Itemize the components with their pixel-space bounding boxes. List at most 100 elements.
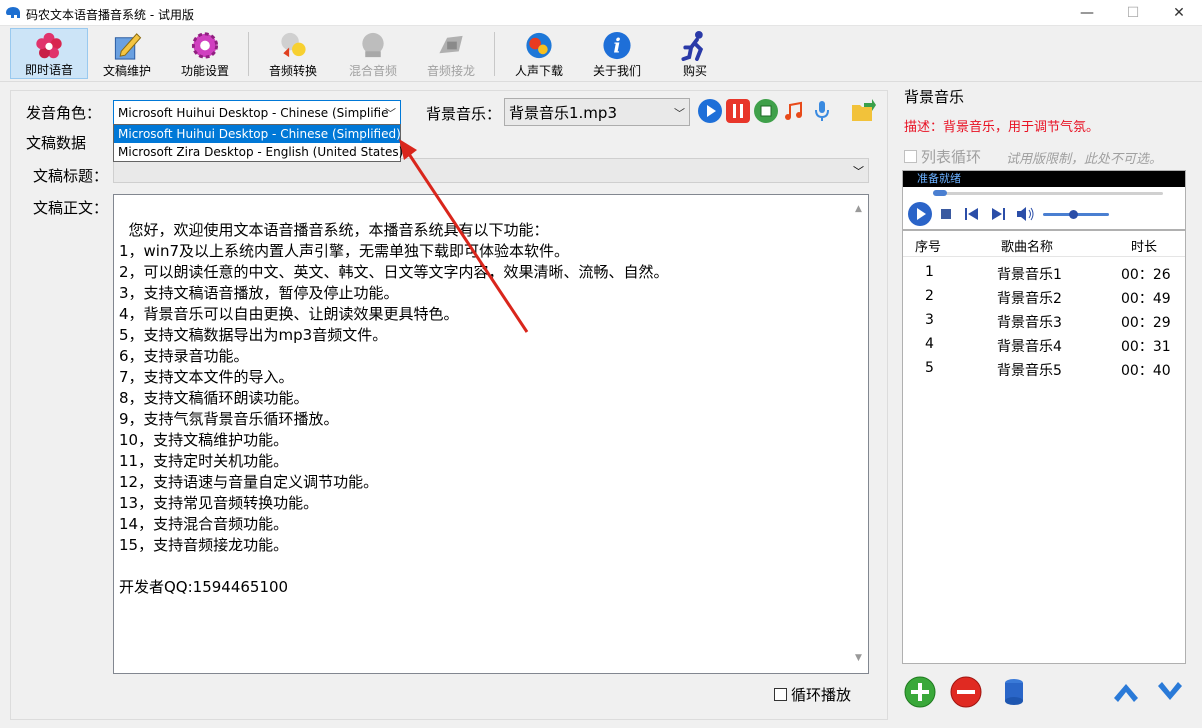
microphone-icon	[815, 101, 829, 121]
player-prev-icon[interactable]	[965, 208, 979, 220]
playlist-row[interactable]: 5 背景音乐5 00：40	[903, 357, 1185, 381]
col-name-header: 歌曲名称	[1001, 240, 1054, 255]
row-name: 背景音乐5	[997, 363, 1062, 379]
player-status: 准备就绪	[903, 171, 1185, 187]
toolbar-instant-voice-button[interactable]: 即时语音	[10, 28, 88, 79]
row-name: 背景音乐2	[997, 291, 1062, 307]
edit-doc-icon	[114, 33, 142, 60]
play-icon	[707, 105, 716, 117]
checkbox-box	[904, 150, 917, 163]
music-button[interactable]	[782, 99, 806, 123]
doc-data-section-label: 文稿数据	[26, 134, 87, 152]
doc-title-label: 文稿标题：	[33, 167, 109, 185]
doc-body-textarea[interactable]: 您好，欢迎使用文本语音播音系统，本播音系统具有以下功能： 1，win7及以上系统…	[113, 194, 869, 674]
list-loop-checkbox[interactable]: 列表循环	[904, 146, 981, 167]
toolbar-label: 即时语音	[24, 63, 73, 77]
add-icon[interactable]	[904, 676, 936, 708]
loop-play-checkbox[interactable]: 循环播放	[774, 684, 851, 705]
row-index: 1	[925, 264, 934, 280]
import-button[interactable]	[850, 99, 876, 123]
row-index: 5	[925, 360, 934, 376]
voice-download-icon	[526, 32, 552, 59]
voice-role-select[interactable]: Microsoft Huihui Desktop - Chinese (Simp…	[113, 100, 401, 125]
record-button[interactable]	[810, 99, 834, 123]
toolbar-audio-chain-button[interactable]: 音频接龙	[420, 28, 482, 79]
toolbar-about-button[interactable]: i 关于我们	[586, 28, 648, 79]
flower-icon	[36, 32, 62, 59]
seek-knob[interactable]	[933, 190, 947, 196]
scroll-up-icon[interactable]: ▲	[855, 199, 862, 220]
maximize-button[interactable]: ☐	[1110, 0, 1156, 26]
doc-body-text: 您好，欢迎使用文本语音播音系统，本播音系统具有以下功能： 1，win7及以上系统…	[119, 221, 669, 596]
player-stop-icon[interactable]	[941, 209, 951, 219]
trial-limit-note: 试用版限制，此处不可选。	[1006, 152, 1163, 167]
row-duration: 00：26	[1121, 267, 1171, 283]
voice-option[interactable]: Microsoft Huihui Desktop - Chinese (Simp…	[114, 125, 401, 143]
move-down-icon[interactable]	[1154, 676, 1186, 708]
row-index: 3	[925, 312, 934, 328]
pause-icon	[733, 104, 743, 118]
music-note-icon	[785, 101, 802, 120]
toolbar-buy-button[interactable]: 购买	[664, 28, 726, 79]
volume-slider[interactable]	[1043, 210, 1109, 219]
row-name: 背景音乐3	[997, 315, 1062, 331]
row-duration: 00：49	[1121, 291, 1171, 307]
voice-role-value: Microsoft Huihui Desktop - Chinese (Simp…	[118, 105, 389, 120]
volume-knob[interactable]	[1069, 210, 1078, 219]
audio-chain-icon	[439, 35, 463, 54]
bg-music-select[interactable]: 背景音乐1.mp3 ﹀	[504, 98, 690, 126]
toolbar-doc-maintain-button[interactable]: 文稿维护	[96, 28, 158, 79]
toolbar-settings-button[interactable]: 功能设置	[174, 28, 236, 79]
background-music-panel: 背景音乐 描述：背景音乐，用于调节气氛。 列表循环 试用版限制，此处不可选。 准…	[896, 82, 1196, 722]
toolbar-voice-download-button[interactable]: 人声下载	[508, 28, 570, 79]
pause-button[interactable]	[726, 99, 750, 123]
row-name: 背景音乐1	[997, 267, 1062, 283]
playlist-row[interactable]: 3 背景音乐3 00：29	[903, 309, 1185, 333]
toolbar-label: 人声下载	[514, 64, 563, 78]
app-elephant-icon	[6, 7, 20, 18]
remove-icon[interactable]	[950, 676, 982, 708]
playlist-row[interactable]: 2 背景音乐2 00：49	[903, 285, 1185, 309]
toolbar-mix-audio-button[interactable]: 混合音频	[342, 28, 404, 79]
player-volume-icon[interactable]	[1017, 207, 1035, 221]
window-title: 码农文本语音播音系统 - 试用版	[26, 8, 194, 22]
player-play-icon[interactable]	[907, 201, 933, 227]
row-index: 2	[925, 288, 934, 304]
media-player: 准备就绪	[902, 170, 1186, 230]
vertical-scrollbar[interactable]: ▲ ▼	[851, 195, 868, 673]
checkbox-box	[774, 688, 787, 701]
seek-bar[interactable]	[933, 190, 1163, 196]
chevron-down-icon: ﹀	[385, 107, 396, 120]
player-next-icon[interactable]	[991, 208, 1005, 220]
voice-role-label: 发音角色：	[26, 104, 102, 122]
svg-text:i: i	[613, 34, 620, 57]
toolbar-label: 功能设置	[180, 64, 229, 78]
toolbar-label: 混合音频	[348, 64, 397, 78]
toolbar-audio-convert-button[interactable]: 音频转换	[262, 28, 324, 79]
play-button[interactable]	[698, 99, 722, 123]
audio-convert-icon	[281, 32, 306, 58]
playlist-header: 序号 歌曲名称 时长	[903, 231, 1185, 257]
stop-icon	[760, 105, 772, 117]
chevron-down-icon: ﹀	[853, 165, 864, 178]
minimize-button[interactable]: —	[1064, 0, 1110, 26]
scroll-down-icon[interactable]: ▼	[855, 648, 862, 669]
toolbar-separator	[248, 32, 249, 76]
close-button[interactable]: ✕	[1156, 0, 1202, 26]
voice-role-dropdown: Microsoft Huihui Desktop - Chinese (Simp…	[113, 124, 403, 162]
playlist: 序号 歌曲名称 时长 1 背景音乐1 00：26 2 背景音乐2 00：49 3…	[902, 230, 1186, 664]
toolbar-label: 音频转换	[268, 64, 317, 78]
voice-option[interactable]: Microsoft Zira Desktop - English (United…	[114, 143, 403, 161]
loop-play-label: 循环播放	[791, 686, 852, 704]
database-icon[interactable]	[998, 676, 1030, 708]
move-up-icon[interactable]	[1110, 676, 1142, 708]
row-name: 背景音乐4	[997, 339, 1062, 355]
playlist-row[interactable]: 1 背景音乐1 00：26	[903, 261, 1185, 285]
toolbar-label: 音频接龙	[426, 64, 475, 78]
col-duration-header: 时长	[1131, 240, 1158, 255]
row-index: 4	[925, 336, 934, 352]
toolbar-label: 购买	[682, 64, 707, 78]
stop-button[interactable]	[754, 99, 778, 123]
playlist-row[interactable]: 4 背景音乐4 00：31	[903, 333, 1185, 357]
title-bar: 码农文本语音播音系统 - 试用版 — ☐ ✕	[0, 0, 1202, 26]
